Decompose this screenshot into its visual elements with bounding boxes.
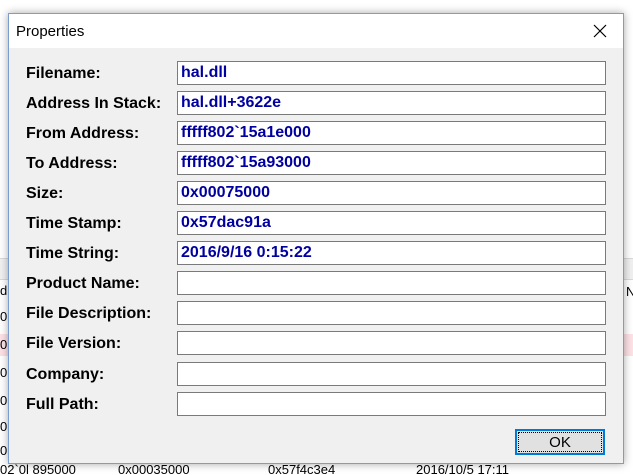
time-stamp-field[interactable] — [177, 211, 606, 235]
full-path-label: Full Path: — [26, 396, 99, 413]
ok-button[interactable]: OK — [515, 429, 605, 455]
file-version-label: File Version: — [26, 335, 122, 352]
size-field[interactable] — [177, 181, 606, 205]
dialog-titlebar[interactable]: Properties — [9, 14, 623, 48]
filename-field[interactable] — [177, 61, 606, 85]
dialog-title: Properties — [16, 23, 85, 40]
product-name-label: Product Name: — [26, 275, 140, 292]
from-address-field[interactable] — [177, 121, 606, 145]
size-label: Size: — [26, 185, 64, 202]
address-in-stack-label: Address In Stack: — [26, 95, 162, 112]
file-description-field[interactable] — [177, 301, 606, 325]
background-cell: 0x00035000 — [118, 464, 190, 475]
close-icon — [593, 24, 607, 38]
to-address-field[interactable] — [177, 151, 606, 175]
time-stamp-label: Time Stamp: — [26, 215, 122, 232]
close-button[interactable] — [577, 14, 623, 48]
to-address-label: To Address: — [26, 155, 118, 172]
address-in-stack-field[interactable] — [177, 91, 606, 115]
file-description-label: File Description: — [26, 305, 152, 322]
time-string-label: Time String: — [26, 245, 120, 262]
background-cell: 0x57f4c3e4 — [268, 464, 336, 475]
background-list-row: 02`0l 895000 0x00035000 0x57f4c3e4 2016/… — [0, 464, 633, 475]
filename-label: Filename: — [26, 65, 101, 82]
background-column-header: N — [626, 284, 633, 299]
time-string-field[interactable] — [177, 241, 606, 265]
product-name-field[interactable] — [177, 271, 606, 295]
file-version-field[interactable] — [177, 331, 606, 355]
company-label: Company: — [26, 366, 105, 383]
background-cell: 02`0l 895000 — [0, 464, 76, 475]
ok-button-label: OK — [518, 432, 602, 452]
background-cell: 2016/10/5 17:11 — [416, 464, 510, 475]
properties-dialog: Properties Filename: Address In Stack: F… — [8, 13, 624, 464]
from-address-label: From Address: — [26, 125, 140, 142]
full-path-field[interactable] — [177, 392, 606, 416]
company-field[interactable] — [177, 362, 606, 386]
